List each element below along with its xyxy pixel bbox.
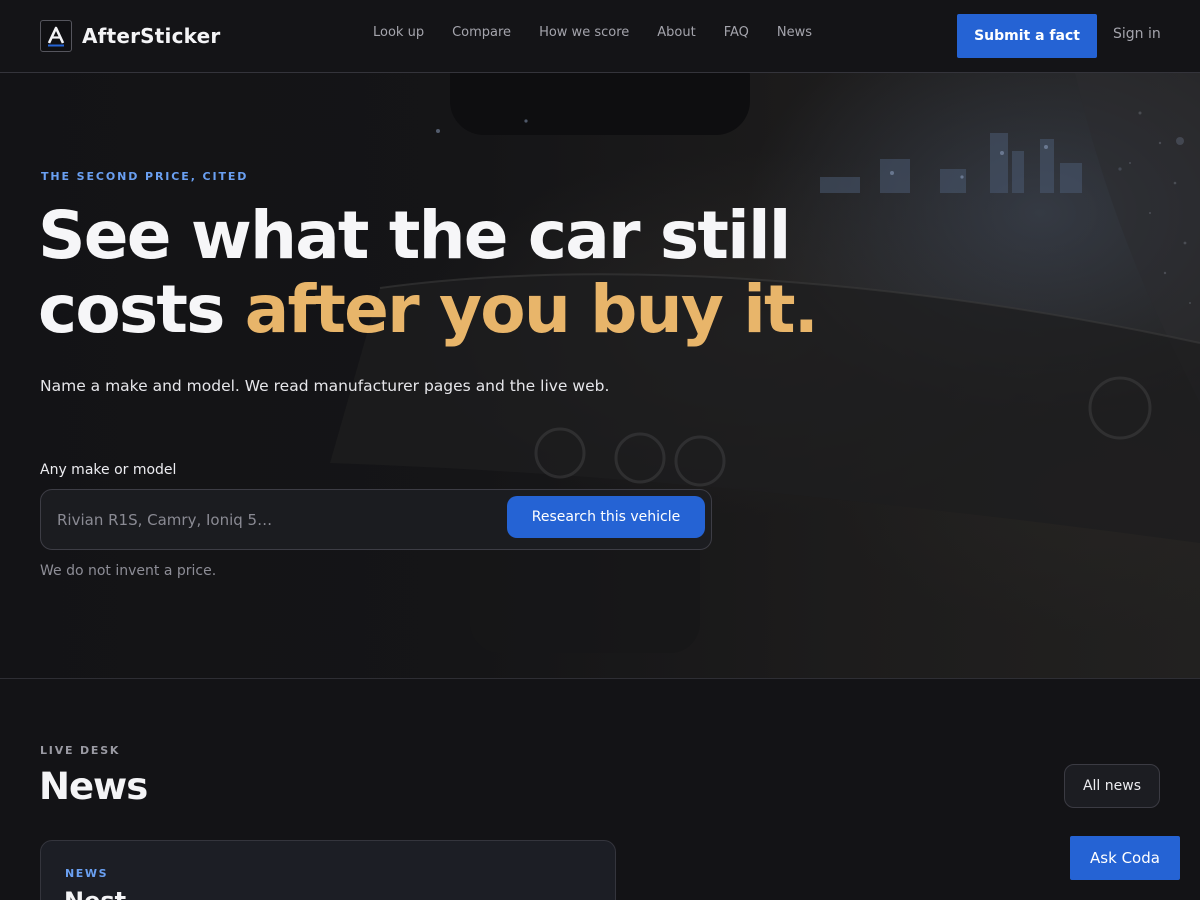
sign-in-link[interactable]: Sign in xyxy=(1113,26,1161,42)
headline-accent-text: after you buy it. xyxy=(244,271,819,348)
nav-about[interactable]: About xyxy=(657,25,695,40)
hero-headline: See what the car still costs after you b… xyxy=(38,199,858,347)
news-card-title: Nest… xyxy=(64,887,150,900)
vehicle-search-form: Research this vehicle xyxy=(40,489,712,550)
top-navigation-bar: AfterSticker Look up Compare How we scor… xyxy=(0,0,1200,73)
make-model-label: Any make or model xyxy=(40,462,177,478)
nav-faq[interactable]: FAQ xyxy=(724,25,749,40)
news-section-title: News xyxy=(39,765,148,808)
nav-look-up[interactable]: Look up xyxy=(373,25,424,40)
all-news-button[interactable]: All news xyxy=(1064,764,1160,808)
news-card[interactable]: NEWS Nest… xyxy=(40,840,616,900)
nav-compare[interactable]: Compare xyxy=(452,25,511,40)
nav-how-we-score[interactable]: How we score xyxy=(539,25,629,40)
news-eyebrow: LIVE DESK xyxy=(40,744,121,757)
brand-name: AfterSticker xyxy=(82,24,221,48)
brand-logo-link[interactable]: AfterSticker xyxy=(40,20,220,52)
main-nav: Look up Compare How we score About FAQ N… xyxy=(373,25,812,40)
vehicle-search-input[interactable] xyxy=(57,506,497,534)
price-disclaimer: We do not invent a price. xyxy=(40,563,217,579)
research-vehicle-button[interactable]: Research this vehicle xyxy=(507,496,705,538)
news-card-tag: NEWS xyxy=(65,867,109,880)
nav-news[interactable]: News xyxy=(777,25,812,40)
logo-a-icon xyxy=(40,20,72,52)
submit-fact-button[interactable]: Submit a fact xyxy=(957,14,1097,58)
hero-subtitle: Name a make and model. We read manufactu… xyxy=(40,377,610,395)
hero-section: THE SECOND PRICE, CITED See what the car… xyxy=(0,73,1200,679)
ask-coda-button[interactable]: Ask Coda xyxy=(1070,836,1180,880)
hero-eyebrow: THE SECOND PRICE, CITED xyxy=(41,170,249,183)
